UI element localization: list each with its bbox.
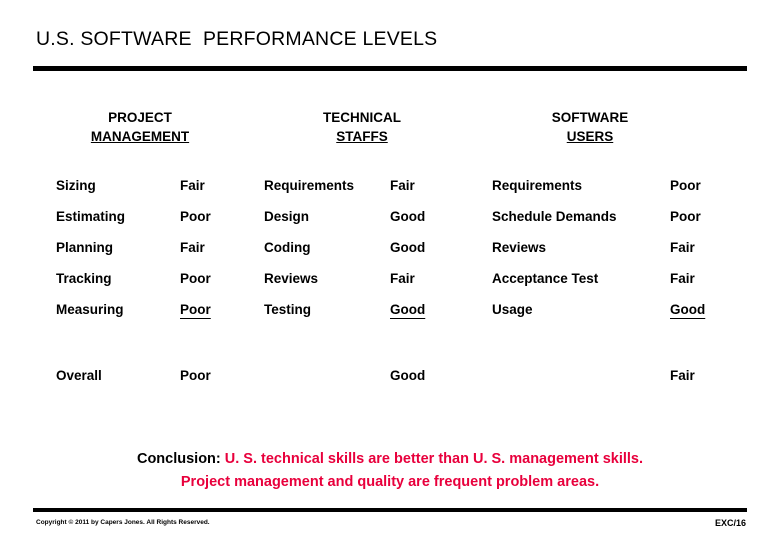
column-header-software-users: SOFTWARE USERS: [490, 108, 690, 146]
footer-divider: [33, 508, 747, 512]
pm-label: Sizing: [56, 178, 96, 193]
performance-table: Sizing Fair Requirements Fair Requiremen…: [0, 178, 780, 333]
pm-value: Poor: [180, 302, 211, 317]
column-header-project-management: PROJECT MANAGEMENT: [40, 108, 240, 146]
ts-value: Fair: [390, 178, 415, 193]
ts-value: Good: [390, 240, 426, 255]
column-header-line1: TECHNICAL: [323, 110, 401, 125]
pm-value: Poor: [180, 271, 211, 286]
conclusion-lead: Conclusion:: [136, 451, 221, 467]
conclusion-line2: Project management and quality are frequ…: [180, 474, 600, 490]
su-value: Poor: [670, 209, 701, 224]
pm-value: Fair: [180, 240, 205, 255]
pm-value: Fair: [180, 178, 205, 193]
su-label: Requirements: [492, 178, 583, 193]
column-header-line2: MANAGEMENT: [90, 129, 190, 144]
ts-value: Good: [390, 302, 426, 317]
su-label: Schedule Demands: [492, 209, 617, 224]
column-header-line2: USERS: [566, 129, 614, 144]
column-header-technical-staffs: TECHNICAL STAFFS: [262, 108, 462, 146]
column-header-line1: SOFTWARE: [551, 110, 629, 125]
slide: U.S. SOFTWARE PERFORMANCE LEVELS PROJECT…: [0, 0, 780, 540]
table-row: Planning Fair Coding Good Reviews Fair: [0, 240, 780, 271]
pm-label: Estimating: [56, 209, 126, 224]
pm-value: Poor: [180, 209, 211, 224]
header-divider: [33, 66, 747, 71]
su-label: Usage: [492, 302, 533, 317]
table-row: Estimating Poor Design Good Schedule Dem…: [0, 209, 780, 240]
table-row: Measuring Poor Testing Good Usage Good: [0, 302, 780, 333]
ts-label: Testing: [264, 302, 311, 317]
page-code: EXC/16: [714, 518, 746, 528]
column-header-line2: STAFFS: [336, 129, 388, 144]
conclusion-line1-text: U. S. technical skills are better than U…: [220, 451, 644, 467]
pm-label: Tracking: [56, 271, 112, 286]
ts-label: Design: [264, 209, 310, 224]
overall-ts-value: Good: [390, 368, 426, 383]
conclusion-line1: Conclusion: U. S. technical skills are b…: [0, 448, 780, 471]
table-row: Sizing Fair Requirements Fair Requiremen…: [0, 178, 780, 209]
page-title: U.S. SOFTWARE PERFORMANCE LEVELS: [36, 28, 438, 50]
su-value: Good: [670, 302, 706, 317]
ts-label: Coding: [264, 240, 311, 255]
ts-value: Fair: [390, 271, 415, 286]
ts-value: Good: [390, 209, 426, 224]
column-header-line1: PROJECT: [108, 110, 172, 125]
su-value: Fair: [670, 271, 695, 286]
pm-label: Planning: [56, 240, 113, 255]
ts-label: Reviews: [264, 271, 319, 286]
overall-label: Overall: [56, 368, 102, 383]
copyright-notice: Copyright © 2011 by Capers Jones. All Ri…: [36, 519, 210, 526]
overall-pm-value: Poor: [180, 368, 211, 383]
table-row: Tracking Poor Reviews Fair Acceptance Te…: [0, 271, 780, 302]
su-label: Reviews: [492, 240, 547, 255]
su-value: Poor: [670, 178, 701, 193]
overall-su-value: Fair: [670, 368, 695, 383]
pm-label: Measuring: [56, 302, 124, 317]
su-label: Acceptance Test: [492, 271, 599, 286]
conclusion: Conclusion: U. S. technical skills are b…: [0, 448, 780, 494]
overall-row: Overall Poor Good Fair: [0, 368, 780, 398]
su-value: Fair: [670, 240, 695, 255]
ts-label: Requirements: [264, 178, 355, 193]
